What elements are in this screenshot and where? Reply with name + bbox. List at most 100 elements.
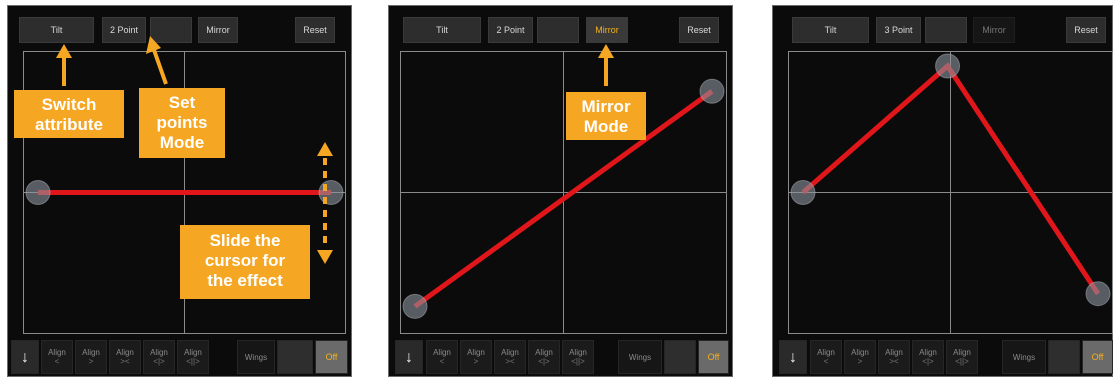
reset-button[interactable]: Reset <box>1066 17 1106 43</box>
curve-point-handle[interactable] <box>1085 281 1111 307</box>
align-center-icon: >< <box>120 357 130 366</box>
down-arrow-button[interactable]: ↓ <box>779 340 807 374</box>
align-center-icon: >< <box>889 357 899 366</box>
points-mode-button[interactable]: 2 Point <box>488 17 533 43</box>
panel-tilt-mirror: Tilt 2 Point Mirror Reset ↓ Align < Align… <box>388 5 733 377</box>
wings-label: Wings <box>244 352 268 362</box>
align-double-button[interactable]: Align <||> <box>562 340 594 374</box>
align-right-button[interactable]: Align > <box>460 340 492 374</box>
callout-line: Set <box>168 93 196 112</box>
blank-button[interactable] <box>925 17 967 43</box>
align-label: Align <box>885 348 903 357</box>
align-label: Align <box>82 348 100 357</box>
align-left-button[interactable]: Align < <box>41 340 73 374</box>
callout-mirror-mode: Mirror Mode <box>566 92 646 140</box>
align-spread-icon: <|> <box>538 357 550 366</box>
mirror-button[interactable]: Mirror <box>586 17 628 43</box>
align-center-button[interactable]: Align >< <box>878 340 910 374</box>
align-double-button[interactable]: Align <||> <box>946 340 978 374</box>
callout-line: cursor for <box>204 251 286 270</box>
bottom-toolbar: ↓ Align < Align > Align >< Align <|> Align <|… <box>776 340 1113 374</box>
down-arrow-button[interactable]: ↓ <box>11 340 39 374</box>
wings-button[interactable]: Wings <box>1002 340 1046 374</box>
align-right-button[interactable]: Align > <box>75 340 107 374</box>
curve-point-handle[interactable] <box>699 78 725 104</box>
attribute-button[interactable]: Tilt <box>792 17 869 43</box>
callout-line: attribute <box>35 115 103 134</box>
align-spread-button[interactable]: Align <|> <box>912 340 944 374</box>
callout-line: Mode <box>583 117 629 136</box>
off-button[interactable]: Off <box>315 340 348 374</box>
bottom-toolbar: ↓ Align < Align > Align >< Align <|> Align <|… <box>11 340 348 374</box>
effect-grid[interactable] <box>400 51 727 334</box>
reset-button[interactable]: Reset <box>295 17 335 43</box>
mirror-button[interactable]: Mirror <box>198 17 238 43</box>
curve-point-handle[interactable] <box>25 180 51 205</box>
mirror-button[interactable]: Mirror <box>973 17 1015 43</box>
curve-point-handle[interactable] <box>402 293 428 319</box>
align-left-button[interactable]: Align < <box>426 340 458 374</box>
align-double-button[interactable]: Align <||> <box>177 340 209 374</box>
align-label: Align <box>851 348 869 357</box>
align-label: Align <box>953 348 971 357</box>
align-spread-icon: <|> <box>922 357 934 366</box>
align-label: Align <box>467 348 485 357</box>
align-left-icon: < <box>823 357 829 366</box>
callout-line: points <box>156 113 208 132</box>
points-mode-button[interactable]: 3 Point <box>876 17 921 43</box>
wings-value-button[interactable] <box>664 340 696 374</box>
curve-point-handle[interactable] <box>935 53 961 79</box>
align-left-icon: < <box>54 357 60 366</box>
grid-canvas <box>789 52 1112 333</box>
callout-slide-cursor: Slide the cursor for the effect <box>180 225 310 299</box>
blank-button[interactable] <box>537 17 579 43</box>
align-label: Align <box>535 348 553 357</box>
wings-value-button[interactable] <box>1048 340 1080 374</box>
wings-value-button[interactable] <box>277 340 313 374</box>
attribute-button[interactable]: Tilt <box>19 17 94 43</box>
align-spread-icon: <|> <box>153 357 165 366</box>
align-label: Align <box>184 348 202 357</box>
down-arrow-icon: ↓ <box>21 348 29 366</box>
align-double-icon: <||> <box>955 357 969 366</box>
callout-set-points-mode: Set points Mode <box>139 88 225 158</box>
callout-line: Mirror <box>581 97 631 116</box>
callout-line: the effect <box>207 271 283 290</box>
align-label: Align <box>48 348 66 357</box>
align-right-button[interactable]: Align > <box>844 340 876 374</box>
callout-line: Slide the <box>209 231 281 250</box>
align-label: Align <box>433 348 451 357</box>
wings-label: Wings <box>628 352 652 362</box>
align-label: Align <box>501 348 519 357</box>
align-center-button[interactable]: Align >< <box>494 340 526 374</box>
off-label: Off <box>707 351 720 362</box>
align-label: Align <box>919 348 937 357</box>
align-spread-button[interactable]: Align <|> <box>528 340 560 374</box>
wings-button[interactable]: Wings <box>237 340 275 374</box>
align-center-icon: >< <box>505 357 515 366</box>
align-right-icon: > <box>857 357 863 366</box>
reset-button[interactable]: Reset <box>679 17 719 43</box>
bottom-toolbar: ↓ Align < Align > Align >< Align <|> Align <|… <box>392 340 729 374</box>
effect-grid[interactable] <box>788 51 1113 334</box>
down-arrow-icon: ↓ <box>405 348 413 366</box>
callout-line: Switch <box>41 95 97 114</box>
off-label: Off <box>325 351 338 362</box>
align-left-icon: < <box>439 357 445 366</box>
wings-label: Wings <box>1012 352 1036 362</box>
curve-point-handle[interactable] <box>318 180 344 205</box>
wings-button[interactable]: Wings <box>618 340 662 374</box>
attribute-button[interactable]: Tilt <box>403 17 481 43</box>
off-button[interactable]: Off <box>698 340 729 374</box>
blank-button[interactable] <box>150 17 192 43</box>
align-spread-button[interactable]: Align <|> <box>143 340 175 374</box>
down-arrow-button[interactable]: ↓ <box>395 340 423 374</box>
curve-point-handle[interactable] <box>790 180 816 205</box>
align-center-button[interactable]: Align >< <box>109 340 141 374</box>
align-right-icon: > <box>88 357 94 366</box>
align-left-button[interactable]: Align < <box>810 340 842 374</box>
off-button[interactable]: Off <box>1082 340 1113 374</box>
align-label: Align <box>116 348 134 357</box>
points-mode-button[interactable]: 2 Point <box>102 17 146 43</box>
grid-canvas <box>401 52 726 333</box>
